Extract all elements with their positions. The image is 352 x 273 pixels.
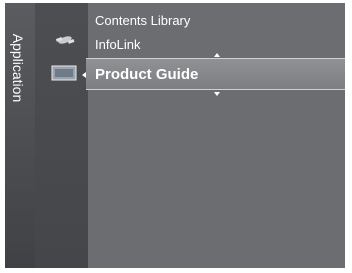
selected-item-label: Product Guide bbox=[95, 66, 199, 83]
menu-item-label: InfoLink bbox=[95, 37, 141, 52]
menu-item-contents-library[interactable]: Contents Library bbox=[95, 13, 190, 28]
scroll-down-icon[interactable] bbox=[214, 92, 220, 96]
menu-item-label: Contents Library bbox=[95, 13, 191, 28]
category-label: Application bbox=[10, 33, 26, 103]
scroll-up-icon[interactable] bbox=[214, 53, 220, 57]
satellite-dish-icon bbox=[55, 36, 75, 44]
tv-application-menu-screen: Application Contents Library InfoLink Pr… bbox=[0, 0, 352, 273]
tv-screen-icon bbox=[51, 65, 77, 81]
menu-item-infolink[interactable]: InfoLink bbox=[95, 37, 141, 52]
